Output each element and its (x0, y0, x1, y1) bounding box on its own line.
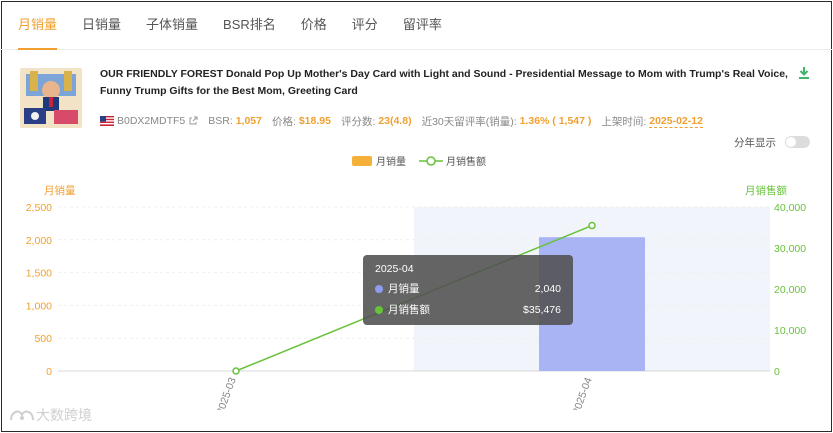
watermark-text: 大数跨境 (36, 407, 92, 423)
rating-value: 23(4.8) (378, 115, 412, 127)
watermark-logo-icon (10, 410, 34, 421)
legend-bar-swatch[interactable] (352, 155, 372, 166)
tooltip-sales-dot (375, 284, 383, 293)
x-tick-label: 2025-04 (570, 376, 595, 410)
chart-tooltip: 2025-04 月销量 2,040 月销售额 $35,476 (363, 255, 573, 325)
y2-tick-label: 30,000 (774, 243, 806, 255)
tooltip-revenue-value: $35,476 (523, 303, 561, 316)
year-split-toggle[interactable] (785, 136, 810, 148)
y-tick-label: 2,000 (26, 235, 52, 247)
y2-tick-label: 10,000 (774, 325, 806, 337)
download-icon[interactable] (797, 66, 811, 80)
product-title[interactable]: OUR FRIENDLY FOREST Donald Pop Up Mother… (100, 66, 790, 100)
review-rate-value: 1.36% ( 1,547 ) (519, 115, 592, 127)
bsr-value: 1,057 (235, 115, 262, 127)
tab-rating[interactable]: 评分 (352, 0, 378, 50)
x-tick-label: 2025-03 (214, 376, 239, 410)
chart-tabs: 月销量 日销量 子体销量 BSR排名 价格 评分 留评率 (0, 0, 833, 50)
tooltip-revenue-dot (375, 305, 383, 314)
listing-date-value[interactable]: 2025-02-12 (649, 115, 703, 128)
us-flag-icon (100, 116, 114, 126)
tooltip-row-revenue: 月销售额 $35,476 (375, 302, 561, 317)
legend-line-swatch[interactable] (419, 155, 443, 167)
tooltip-sales-label: 月销量 (388, 283, 420, 295)
revenue-point-2025-03 (232, 367, 240, 375)
listing-date-label: 上架时间: (601, 115, 647, 128)
y-tick-label: 500 (34, 333, 52, 345)
y-tick-label: 1,500 (26, 268, 52, 280)
tab-daily-sales[interactable]: 日销量 (82, 0, 121, 50)
y2-tick-label: 20,000 (774, 284, 806, 296)
tooltip-revenue-label: 月销售额 (388, 304, 430, 316)
rating-label: 评分数: (340, 115, 376, 128)
price-value: $18.95 (298, 115, 331, 127)
legend-sales-label[interactable]: 月销量 (376, 153, 406, 168)
external-link-icon[interactable] (188, 116, 198, 126)
tooltip-title: 2025-04 (375, 263, 414, 275)
tab-bsr-rank[interactable]: BSR排名 (223, 0, 276, 50)
y2-tick-label: 0 (774, 366, 780, 378)
bsr-label: BSR: (208, 115, 233, 127)
y-tick-label: 0 (46, 366, 52, 378)
tooltip-row-sales: 月销量 2,040 (375, 281, 561, 296)
tooltip-sales-value: 2,040 (534, 282, 561, 295)
product-meta: B0DX2MDTF5 BSR: 1,057 价格: $18.95 评分数: 23… (100, 113, 703, 129)
tab-price[interactable]: 价格 (301, 0, 327, 50)
watermark: 大数跨境 (8, 405, 92, 425)
legend-revenue-label[interactable]: 月销售额 (446, 153, 486, 168)
tab-variant-sales[interactable]: 子体销量 (146, 0, 198, 50)
asin[interactable]: B0DX2MDTF5 (117, 115, 185, 127)
y-tick-label: 2,500 (26, 202, 52, 214)
review-rate-label: 近30天留评率(销量): (421, 115, 517, 128)
year-split-label: 分年显示 (734, 137, 776, 149)
tab-review-rate[interactable]: 留评率 (403, 0, 442, 50)
chart-legend: 月销量 月销售额 (352, 153, 486, 168)
price-label: 价格: (271, 115, 296, 128)
y-tick-label: 1,000 (26, 300, 52, 312)
product-image[interactable] (20, 68, 82, 128)
revenue-point-2025-04 (588, 221, 596, 230)
tab-monthly-sales[interactable]: 月销量 (18, 0, 58, 50)
y2-tick-label: 40,000 (774, 202, 806, 214)
toggle-knob (786, 137, 796, 147)
